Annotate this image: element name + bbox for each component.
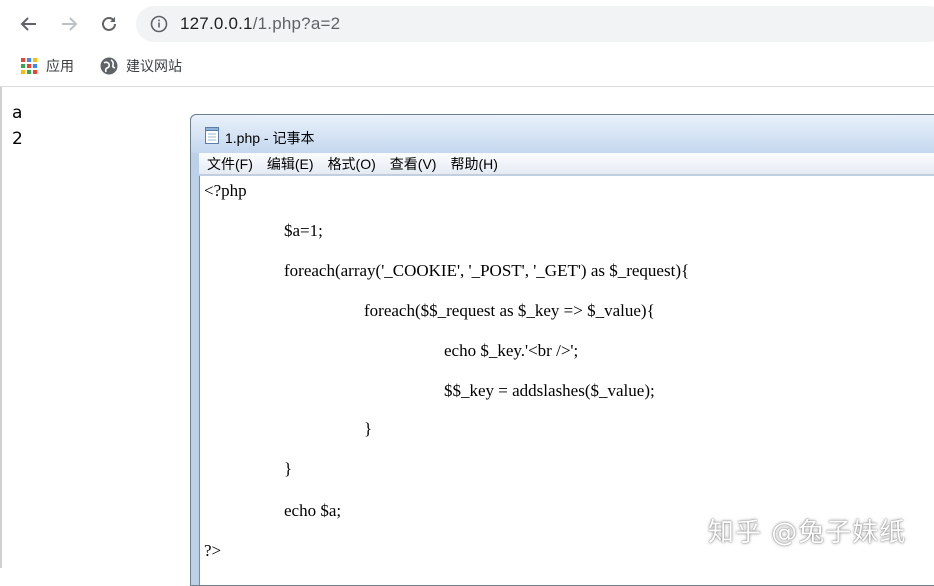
code-line: foreach(array('_COOKIE', '_POST', '_GET'… [284,261,690,280]
url-host: 127.0.0.1 [180,14,253,33]
info-icon[interactable] [150,15,168,33]
output-line: a [12,103,23,123]
menu-bar: 文件(F) 编辑(E) 格式(O) 查看(V) 帮助(H) [199,153,934,175]
bookmark-suggested-sites[interactable]: 建议网站 [100,56,182,76]
code-line: } [364,419,373,438]
code-line: echo $a; [284,501,342,520]
bookmark-label: 应用 [46,58,74,74]
menu-help[interactable]: 帮助(H) [450,154,497,174]
code-line: foreach($$_request as $_key => $_value){ [364,301,655,320]
code-line: $$_key = addslashes($_value); [444,381,655,400]
back-button[interactable] [17,12,41,36]
code-line: ?> [204,541,222,560]
menu-file[interactable]: 文件(F) [207,154,253,174]
window-title: 1.php - 记事本 [225,130,315,146]
code-line: <?php [204,181,247,200]
browser-toolbar: 127.0.0.1/1.php?a=2 [0,0,934,48]
watermark: 知乎 @兔子妹纸 [708,518,907,548]
address-bar[interactable]: 127.0.0.1/1.php?a=2 [136,6,934,42]
globe-icon [100,57,118,75]
forward-button[interactable] [57,12,81,36]
bookmark-label: 建议网站 [126,58,182,74]
reload-button[interactable] [97,12,121,36]
notepad-titlebar[interactable]: 1.php - 记事本 [191,115,934,153]
menu-format[interactable]: 格式(O) [328,154,376,174]
output-line: 2 [12,129,23,149]
page-left-border [0,87,2,568]
arrow-right-icon [62,17,78,31]
code-line: echo $_key.'<br />'; [444,341,579,360]
reload-icon [102,16,116,31]
code-line: $a=1; [284,221,323,240]
code-line: } [284,459,293,478]
notepad-icon [205,127,219,144]
url-path: /1.php?a=2 [252,14,341,33]
arrow-left-icon [20,17,36,31]
menu-view[interactable]: 查看(V) [390,154,437,174]
bookmarks-bar: 应用 建议网站 [0,48,934,87]
url-text[interactable]: 127.0.0.1/1.php?a=2 [180,14,340,34]
bookmark-apps[interactable]: 应用 [20,56,74,76]
menu-edit[interactable]: 编辑(E) [267,154,314,174]
apps-grid-icon [20,57,38,75]
